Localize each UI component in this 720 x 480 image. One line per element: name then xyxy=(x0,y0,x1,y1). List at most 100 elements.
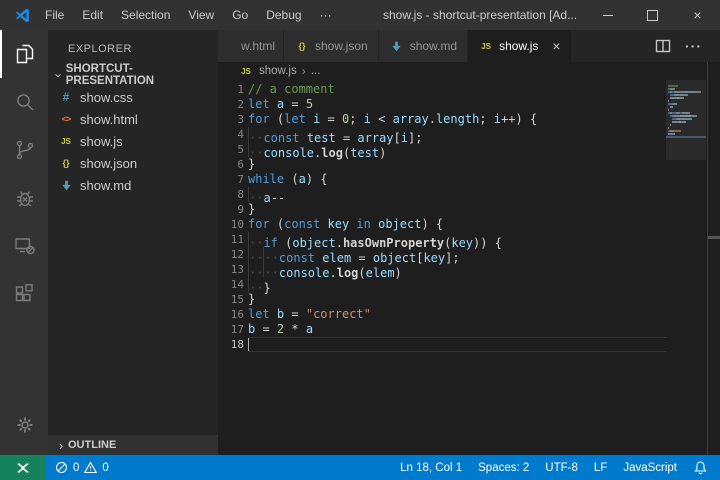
code-line-11[interactable]: 11··if (object.hasOwnProperty(key)) { xyxy=(218,232,720,247)
line-number[interactable]: 12 xyxy=(218,247,244,262)
status-encoding[interactable]: UTF-8 xyxy=(545,462,578,474)
explorer-item-show-html[interactable]: <>show.html xyxy=(48,108,218,130)
menu-view[interactable]: View xyxy=(179,0,223,30)
explorer-item-show-css[interactable]: #show.css xyxy=(48,86,218,108)
breadcrumb-symbol[interactable]: ... xyxy=(311,65,321,77)
token: . xyxy=(429,112,436,126)
minimap-token xyxy=(694,115,697,117)
bell-icon[interactable] xyxy=(693,460,708,475)
token: "correct" xyxy=(306,307,371,321)
token: let xyxy=(284,112,306,126)
token: // a comment xyxy=(248,82,335,96)
current-line-highlight xyxy=(248,337,667,352)
code-line-10[interactable]: 10for (const key in object) { xyxy=(218,217,720,232)
activity-debug[interactable] xyxy=(0,174,48,222)
line-number[interactable]: 4 xyxy=(218,127,244,142)
minimap-current-line xyxy=(666,136,706,138)
menu-edit[interactable]: Edit xyxy=(73,0,112,30)
code-editor[interactable]: 1// a comment2let a = 53for (let i = 0; … xyxy=(218,80,720,455)
code-line-15[interactable]: 15} xyxy=(218,292,720,307)
explorer-folder-root[interactable]: › SHORTCUT-PRESENTATION xyxy=(48,64,218,86)
code-line-4[interactable]: 4··const test = array[i]; xyxy=(218,127,720,142)
activity-manage[interactable] xyxy=(0,401,48,449)
line-number[interactable]: 10 xyxy=(218,217,244,232)
token: = xyxy=(284,307,306,321)
token: let xyxy=(248,97,270,111)
error-count: 0 xyxy=(73,462,79,474)
menu-debug[interactable]: Debug xyxy=(257,0,310,30)
tab-label: show.json xyxy=(315,39,368,53)
menu-more[interactable]: ··· xyxy=(311,0,341,30)
activity-source-control[interactable] xyxy=(0,126,48,174)
status-eol[interactable]: LF xyxy=(594,462,607,474)
code-line-7[interactable]: 7while (a) { xyxy=(218,172,720,187)
code-line-8[interactable]: 8··a-- xyxy=(218,187,720,202)
json-file-icon: {} xyxy=(294,41,310,51)
code-line-9[interactable]: 9} xyxy=(218,202,720,217)
line-number[interactable]: 2 xyxy=(218,97,244,112)
files-icon xyxy=(13,42,37,66)
maximize-button[interactable] xyxy=(630,0,675,30)
folder-name: SHORTCUT-PRESENTATION xyxy=(66,63,218,87)
line-number[interactable]: 5 xyxy=(218,142,244,157)
tab-show-js[interactable]: JSshow.js× xyxy=(468,30,572,62)
status-cursor-position[interactable]: Ln 18, Col 1 xyxy=(400,462,462,474)
line-number[interactable]: 16 xyxy=(218,307,244,322)
more-actions-icon[interactable]: ··· xyxy=(685,38,702,54)
token xyxy=(270,97,277,111)
line-number[interactable]: 17 xyxy=(218,322,244,337)
activity-explorer[interactable] xyxy=(0,30,48,78)
token: . xyxy=(329,266,336,280)
code-line-5[interactable]: 5··console.log(test) xyxy=(218,142,720,157)
code-line-1[interactable]: 1 // a comment xyxy=(218,82,720,97)
activity-extensions[interactable] xyxy=(0,270,48,318)
line-number[interactable]: 7 xyxy=(218,172,244,187)
status-language[interactable]: JavaScript xyxy=(623,462,677,474)
line-number[interactable]: 8 xyxy=(218,187,244,202)
minimap-token xyxy=(668,109,669,111)
line-number[interactable]: 9 xyxy=(218,202,244,217)
tab-show-md[interactable]: show.md xyxy=(379,30,468,62)
minimize-button[interactable] xyxy=(585,0,630,30)
menu-selection[interactable]: Selection xyxy=(112,0,179,30)
status-problems[interactable]: 0 0 xyxy=(55,461,109,474)
line-number[interactable]: 1 xyxy=(218,82,244,97)
line-number[interactable]: 14 xyxy=(218,277,244,292)
line-number[interactable]: 6 xyxy=(218,157,244,172)
outline-section-header[interactable]: › OUTLINE xyxy=(48,435,218,455)
explorer-item-show-json[interactable]: {}show.json xyxy=(48,152,218,174)
line-number[interactable]: 3 xyxy=(218,112,244,127)
status-indentation[interactable]: Spaces: 2 xyxy=(478,462,529,474)
remote-window-icon xyxy=(13,234,37,258)
line-number[interactable]: 15 xyxy=(218,292,244,307)
token: < xyxy=(371,112,393,126)
code-line-17[interactable]: 17b = 2 * a xyxy=(218,322,720,337)
code-line-13[interactable]: 13····console.log(elem) xyxy=(218,262,720,277)
code-line-16[interactable]: 16let b = "correct" xyxy=(218,307,720,322)
tab-w-html[interactable]: w.html xyxy=(218,30,284,62)
line-number[interactable]: 13 xyxy=(218,262,244,277)
token: = xyxy=(284,97,306,111)
remote-indicator[interactable] xyxy=(0,455,45,480)
status-right-items: Ln 18, Col 1 Spaces: 2 UTF-8 LF JavaScript xyxy=(400,460,720,475)
explorer-file-tree: #show.css<>show.htmlJSshow.js{}show.json… xyxy=(48,86,218,196)
minimap[interactable] xyxy=(666,80,706,455)
token: ]; xyxy=(408,131,422,145)
close-icon[interactable]: × xyxy=(552,39,560,53)
js-file-icon: JS xyxy=(58,137,74,146)
minimap-line xyxy=(668,124,671,126)
explorer-item-show-js[interactable]: JSshow.js xyxy=(48,130,218,152)
line-number[interactable]: 18 xyxy=(218,337,244,352)
menu-file[interactable]: File xyxy=(36,0,73,30)
split-editor-icon[interactable] xyxy=(655,39,671,53)
activity-remote-explorer[interactable] xyxy=(0,222,48,270)
code-line-3[interactable]: 3for (let i = 0; i < array.length; i++) … xyxy=(218,112,720,127)
code-line-2[interactable]: 2let a = 5 xyxy=(218,97,720,112)
menu-go[interactable]: Go xyxy=(223,0,257,30)
close-button[interactable]: × xyxy=(675,0,720,30)
line-number[interactable]: 11 xyxy=(218,232,244,247)
explorer-item-show-md[interactable]: show.md xyxy=(48,174,218,196)
breadcrumb-file[interactable]: show.js xyxy=(259,65,297,77)
activity-search[interactable] xyxy=(0,78,48,126)
tab-show-json[interactable]: {} show.json xyxy=(284,30,379,62)
